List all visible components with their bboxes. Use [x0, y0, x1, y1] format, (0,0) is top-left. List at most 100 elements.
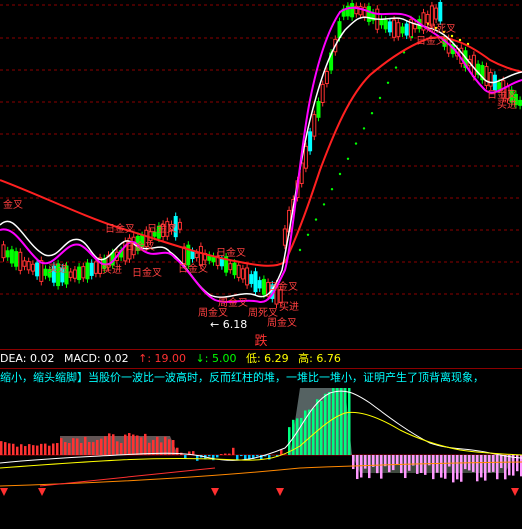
low-price-marker: ← 6.18 [210, 318, 247, 331]
macd-bar [124, 434, 127, 455]
macd-bar [68, 442, 71, 455]
candle [22, 260, 27, 267]
up-arrow-icon [511, 488, 519, 496]
candle [93, 261, 98, 274]
macd-bar [92, 442, 95, 455]
macd-bar [448, 455, 451, 467]
ma-white-line [0, 16, 522, 298]
macd-bar [368, 455, 371, 479]
sar-dots [298, 18, 470, 252]
macd-bar [496, 455, 499, 480]
macd-bar [44, 443, 47, 455]
macd-bar [352, 455, 355, 470]
sar-dot [306, 233, 310, 236]
candle [261, 278, 266, 295]
macd-bar [316, 399, 319, 455]
macd-bar [440, 455, 443, 478]
macd-bar [112, 434, 115, 455]
macd-bar [480, 455, 483, 478]
candle [77, 266, 82, 281]
macd-bar [472, 455, 475, 472]
macd-bar [8, 443, 11, 455]
macd-bar [444, 455, 447, 479]
up-arrow-icon [211, 488, 219, 496]
macd-bar [108, 433, 111, 455]
macd-bar [100, 438, 103, 455]
macd-bar [404, 455, 407, 479]
macd-bar [452, 455, 455, 483]
macd-bar [216, 455, 219, 458]
macd-bar [344, 388, 347, 455]
horizontal-grid [0, 4, 522, 295]
macd-bar [60, 438, 63, 455]
candle [350, 3, 355, 18]
signal-label: 买进 [48, 263, 68, 275]
sar-dot [458, 38, 462, 42]
macd-bar [432, 455, 435, 480]
candle [303, 145, 308, 169]
macd-bar [208, 455, 211, 457]
macd-bar [308, 409, 311, 455]
candle [182, 246, 187, 265]
candle [190, 251, 195, 260]
macd-bar [328, 391, 331, 455]
candle [35, 262, 40, 277]
macd-bar [360, 455, 363, 478]
sar-dot [450, 34, 454, 38]
macd-bar [340, 388, 343, 455]
signal-label: 买进 [279, 301, 299, 313]
macd-bar [356, 455, 359, 480]
macd-bar [76, 438, 79, 455]
signal-label: 周金叉 [267, 316, 297, 329]
macd-bar [56, 443, 59, 455]
sar-dot [346, 157, 350, 160]
signal-label: 日金叉 [125, 240, 155, 253]
candle [404, 23, 409, 36]
macd-bar [28, 444, 31, 455]
macd-bar [104, 436, 107, 455]
macd-bar [460, 455, 463, 482]
candle [249, 274, 254, 284]
candle [497, 82, 502, 90]
macd-bar [504, 455, 507, 480]
macd-bar [84, 436, 87, 455]
candle [26, 261, 31, 271]
macd-bar [348, 388, 351, 455]
sar-dot [378, 96, 382, 100]
sar-dot [410, 36, 414, 39]
candle [488, 72, 493, 87]
up-arrow-icon [0, 488, 8, 496]
macd-bar [24, 446, 27, 455]
macd-bar [488, 455, 491, 473]
macd-bar [332, 388, 335, 455]
candle [429, 5, 434, 27]
macd-bar [48, 445, 51, 455]
ma-red-line [0, 36, 522, 267]
macd-bar [508, 455, 511, 476]
candle [89, 262, 94, 276]
macd-bar [120, 442, 123, 455]
macd-bar [96, 439, 99, 455]
macd-sub-chart [0, 388, 522, 496]
signal-label: 买进 [102, 264, 122, 276]
candle [9, 249, 14, 264]
macd-bar [224, 453, 227, 455]
candle [14, 251, 19, 267]
signal-label: 日金叉 [268, 280, 298, 293]
indicator-status-bar: DEA: 0.02 MACD: 0.02 ↑: 19.00 ↓: 5.00 低:… [0, 349, 522, 369]
macd-bar [128, 433, 131, 455]
sar-dot [330, 188, 334, 191]
candle [240, 268, 245, 280]
candle [383, 19, 388, 30]
candle [1, 244, 6, 259]
macd-bar [492, 455, 495, 472]
macd-bar [16, 446, 19, 455]
macd-bar [392, 455, 395, 471]
candle [228, 263, 233, 271]
macd-bar [72, 438, 75, 455]
candle [282, 228, 287, 246]
signal-label: 日金叉 [105, 222, 135, 235]
candle [392, 19, 397, 38]
candle [30, 263, 35, 272]
sar-dot [298, 248, 302, 252]
